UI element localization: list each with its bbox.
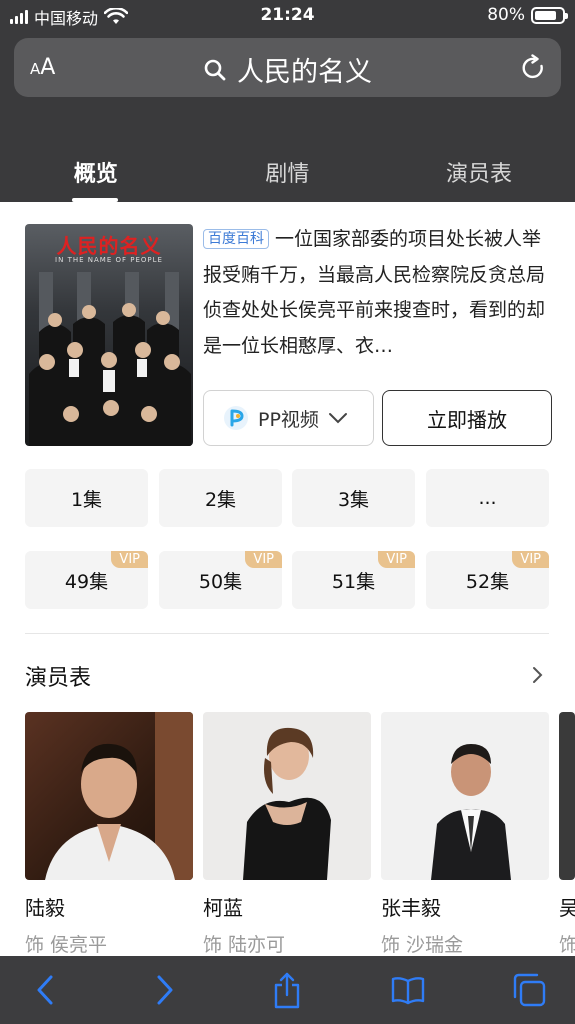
episode-button-vip[interactable]: 51集 VIP — [292, 551, 415, 609]
episode-button-vip[interactable]: 49集 VIP — [25, 551, 148, 609]
reload-icon[interactable] — [521, 54, 547, 82]
address-center[interactable]: 人民的名义 — [14, 50, 561, 89]
chevron-right-icon[interactable] — [531, 665, 545, 685]
cast-photo — [559, 712, 575, 880]
episode-button-vip[interactable]: 50集 VIP — [159, 551, 282, 609]
episode-button[interactable]: 1集 — [25, 469, 148, 527]
video-source-dropdown[interactable]: PP视频 — [203, 390, 374, 446]
drama-poster[interactable]: 人民的名义 IN THE NAME OF PEOPLE — [25, 224, 193, 446]
forward-button[interactable] — [145, 970, 185, 1010]
cast-photo — [381, 712, 549, 880]
cast-role: 饰 — [559, 934, 575, 956]
cast-photo — [203, 712, 371, 880]
share-icon — [274, 972, 300, 1009]
battery-fill — [535, 10, 556, 20]
cast-card[interactable]: 张丰毅 饰 沙瑞金 — [381, 712, 549, 956]
play-now-button[interactable]: 立即播放 — [382, 390, 552, 446]
episode-label: 49集 — [64, 570, 109, 593]
cast-name: 柯蓝 — [203, 896, 243, 920]
poster-title: 人民的名义 — [56, 234, 162, 258]
cast-card[interactable]: 陆毅 饰 侯亮平 — [25, 712, 193, 956]
bookmarks-button[interactable] — [388, 970, 428, 1010]
chevron-down-icon — [328, 413, 347, 424]
cast-name: 陆毅 — [25, 896, 65, 920]
tab-bar: 概览 剧情 演员表 — [0, 140, 575, 202]
cast-name: 张丰毅 — [381, 896, 441, 920]
cast-card[interactable]: 吴 饰 — [559, 712, 575, 956]
cast-role: 饰 陆亦可 — [203, 934, 286, 956]
vip-badge: VIP — [245, 551, 282, 568]
share-button[interactable] — [267, 970, 307, 1010]
battery-percent: 80% — [487, 5, 525, 25]
back-icon — [37, 975, 53, 1005]
back-button[interactable] — [25, 970, 65, 1010]
pp-video-logo-icon — [224, 406, 248, 430]
battery-icon — [531, 6, 568, 24]
episode-button-vip[interactable]: 52集 VIP — [426, 551, 549, 609]
section-divider — [25, 633, 549, 634]
tab-overview[interactable]: 概览 — [0, 140, 192, 202]
poster-subtitle: IN THE NAME OF PEOPLE — [55, 256, 163, 264]
browser-toolbar — [0, 956, 575, 1024]
status-bar: 中国移动 21:24 80% — [0, 0, 575, 32]
episode-label: 51集 — [331, 570, 376, 593]
cast-role: 饰 侯亮平 — [25, 934, 108, 956]
episode-button[interactable]: 3集 — [292, 469, 415, 527]
drama-description[interactable]: 百度百科 一位国家部委的项目处长被人举报受贿千万，当最高人民检察院反贪总局侦查处处… — [203, 222, 553, 364]
tabs-icon — [513, 973, 546, 1007]
cast-role: 饰 沙瑞金 — [381, 934, 464, 956]
forward-icon — [157, 975, 173, 1005]
browser-header: 中国移动 21:24 80% AA 人民的名义 概览 剧情 演员表 — [0, 0, 575, 202]
status-right: 80% — [487, 5, 568, 25]
vip-badge: VIP — [111, 551, 148, 568]
address-bar[interactable]: AA 人民的名义 — [14, 38, 561, 97]
bookmarks-icon — [391, 977, 425, 1005]
tab-cast[interactable]: 演员表 — [383, 140, 575, 202]
cast-section-title[interactable]: 演员表 — [25, 660, 91, 692]
cast-name: 吴 — [559, 896, 575, 920]
cast-photo — [25, 712, 193, 880]
address-query: 人民的名义 — [237, 57, 372, 88]
tab-plot[interactable]: 剧情 — [192, 140, 384, 202]
baike-badge: 百度百科 — [203, 229, 269, 249]
source-label: PP视频 — [258, 408, 319, 431]
episode-button[interactable]: 2集 — [159, 469, 282, 527]
tabs-button[interactable] — [509, 970, 549, 1010]
episode-label: 50集 — [198, 570, 243, 593]
search-icon — [204, 59, 226, 80]
cast-card[interactable]: 柯蓝 饰 陆亦可 — [203, 712, 371, 956]
vip-badge: VIP — [512, 551, 549, 568]
episode-more-button[interactable]: ... — [426, 469, 549, 527]
vip-badge: VIP — [378, 551, 415, 568]
browser-window: 中国移动 21:24 80% AA 人民的名义 概览 剧情 演员表 人民的名义 … — [0, 0, 575, 1024]
episode-label: 52集 — [465, 570, 510, 593]
